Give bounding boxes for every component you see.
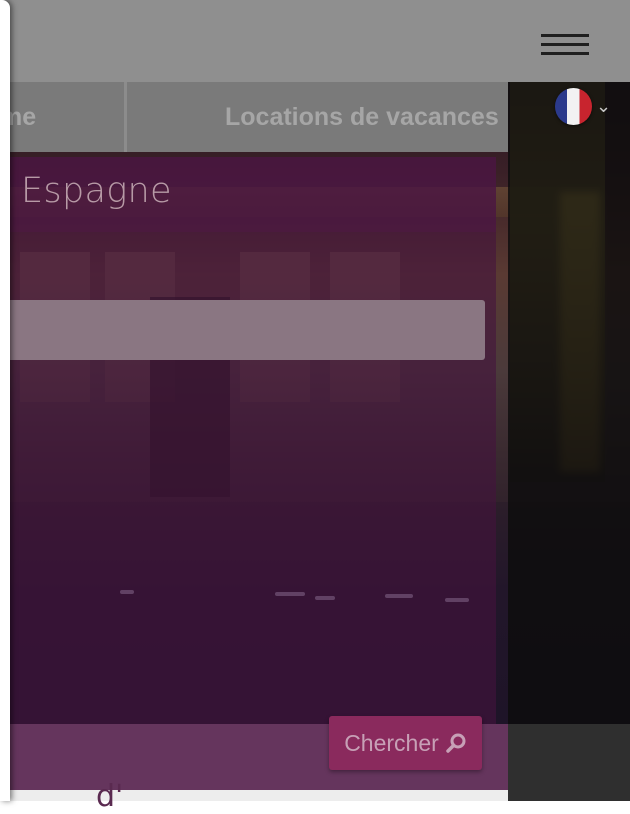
- nav-item-locations-de-vacances[interactable]: Locations de vacances: [225, 82, 499, 152]
- side-panel-bottom: [508, 724, 630, 801]
- search-icon: [446, 733, 466, 753]
- search-panel: Espagne: [0, 157, 496, 724]
- france-flag-icon[interactable]: [555, 88, 592, 125]
- header-bar: [0, 0, 630, 82]
- nav-divider: [124, 82, 127, 152]
- chevron-down-icon[interactable]: ⌄: [596, 96, 611, 117]
- nav-strip: me Locations de vacances: [0, 82, 508, 152]
- search-button[interactable]: Chercher: [329, 716, 482, 770]
- search-input[interactable]: [0, 300, 485, 360]
- content-heading-partial: d': [96, 779, 124, 814]
- side-panel-dark: [508, 82, 630, 724]
- search-button-label: Chercher: [344, 729, 439, 756]
- search-panel-title: Espagne: [21, 171, 172, 211]
- content-below: [0, 790, 508, 801]
- search-panel-header: Espagne: [0, 157, 496, 232]
- drawer-edge: [0, 0, 10, 801]
- menu-icon[interactable]: [541, 34, 589, 60]
